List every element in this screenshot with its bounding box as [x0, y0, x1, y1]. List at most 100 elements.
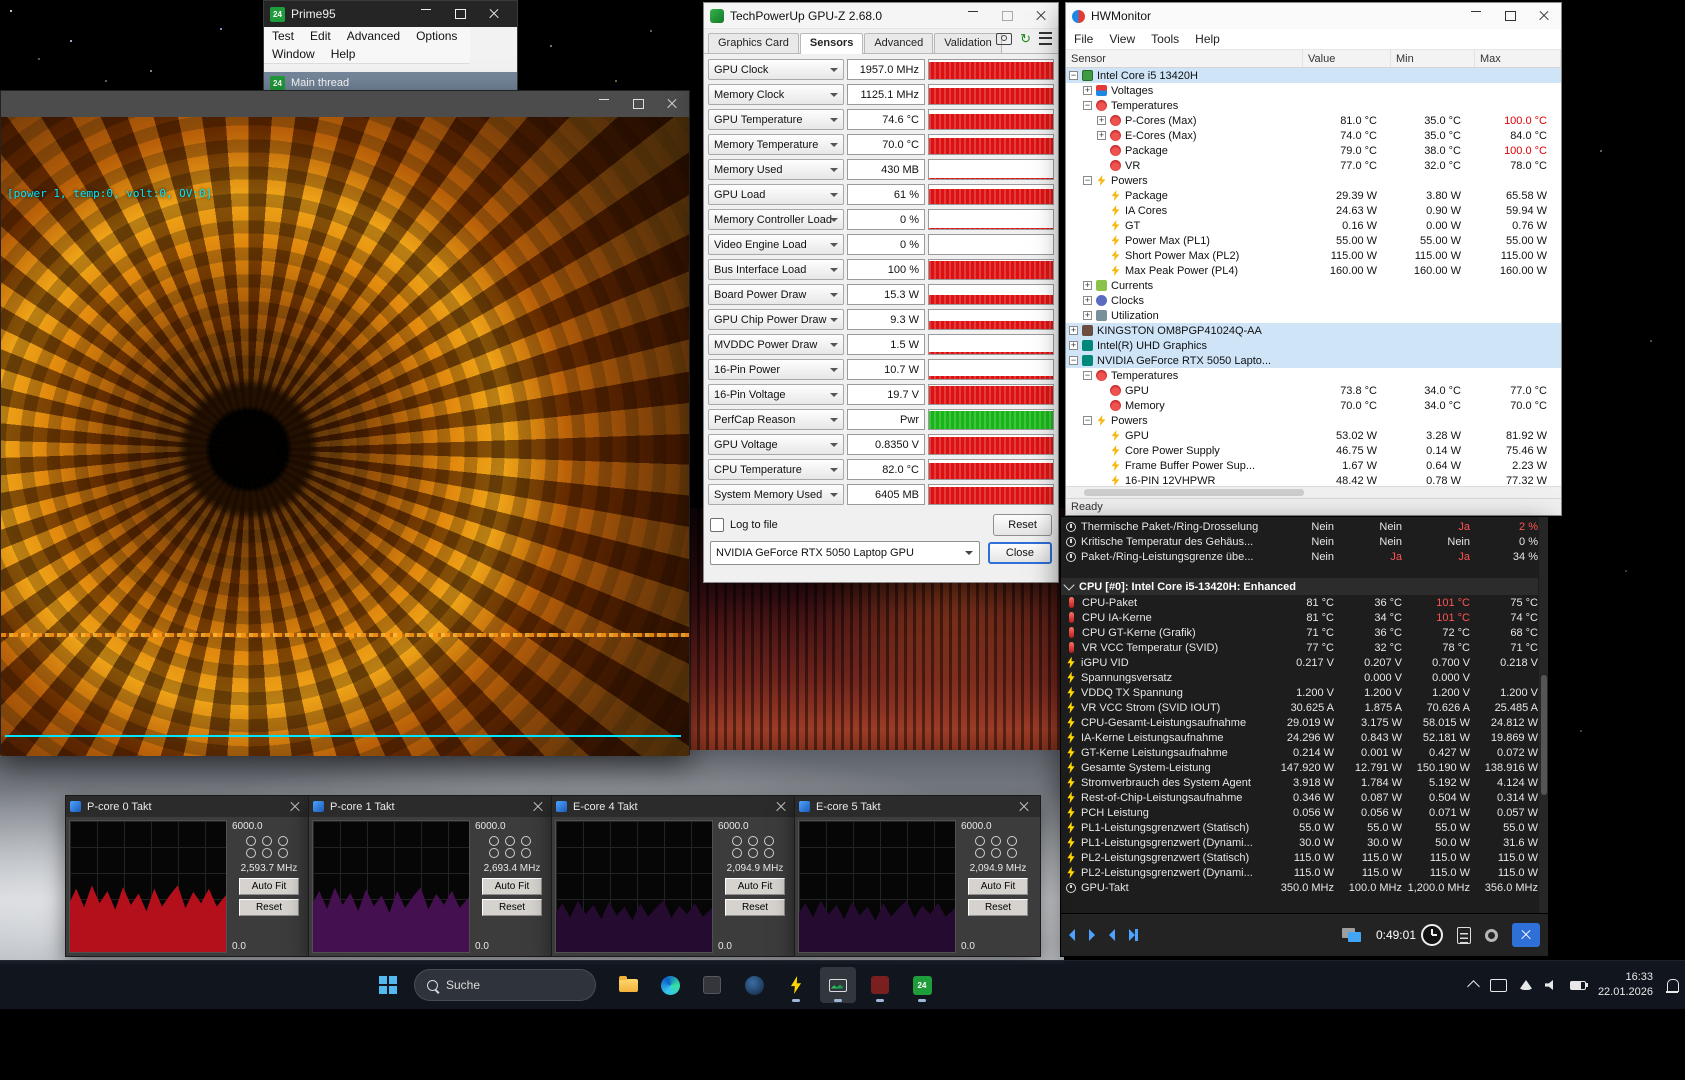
- table-row[interactable]: Gesamte System-Leistung 147.920 W 12.791…: [1061, 760, 1548, 775]
- sensor-dropdown[interactable]: Memory Clock: [708, 84, 844, 105]
- menu-item[interactable]: Edit: [310, 29, 331, 43]
- table-row[interactable]: + E-Cores (Max) 74.0 °C 35.0 °C 84.0 °C: [1066, 128, 1561, 143]
- sensor-dropdown[interactable]: 16-Pin Power: [708, 359, 844, 380]
- expand-toggle[interactable]: +: [1069, 341, 1078, 350]
- maximize-button[interactable]: [1493, 11, 1527, 21]
- reset-button[interactable]: Reset: [482, 899, 542, 916]
- table-row[interactable]: − NVIDIA GeForce RTX 5050 Lapto...: [1066, 353, 1561, 368]
- sensor-dropdown[interactable]: GPU Clock: [708, 59, 844, 80]
- auto-fit-button[interactable]: Auto Fit: [482, 878, 542, 895]
- close-button[interactable]: [283, 796, 307, 817]
- menu-item[interactable]: File: [1074, 32, 1093, 46]
- reset-button[interactable]: Reset: [968, 899, 1028, 916]
- close-button[interactable]: [526, 796, 550, 817]
- table-row[interactable]: + Intel(R) UHD Graphics: [1066, 338, 1561, 353]
- battery-icon[interactable]: [1570, 981, 1586, 990]
- sensor-dropdown[interactable]: CPU Temperature: [708, 459, 844, 480]
- table-row[interactable]: 16-PIN 12VHPWR 48.42 W 0.78 W 77.32 W: [1066, 473, 1561, 486]
- table-row[interactable]: PL2-Leistungsgrenzwert (Dynami... 115.0 …: [1061, 865, 1548, 880]
- table-row[interactable]: + Voltages: [1066, 83, 1561, 98]
- column-header[interactable]: Min: [1391, 50, 1475, 67]
- close-button[interactable]: [477, 9, 511, 19]
- maximize-button[interactable]: [621, 99, 655, 109]
- gpuz-titlebar[interactable]: TechPowerUp GPU-Z 2.68.0: [704, 3, 1058, 29]
- series-selector[interactable]: [489, 836, 535, 858]
- layout-arrows-skip-icon[interactable]: [1109, 927, 1135, 943]
- table-row[interactable]: + KINGSTON OM8PGP41024Q-AA: [1066, 323, 1561, 338]
- menu-item[interactable]: Advanced: [347, 29, 400, 43]
- menu-icon[interactable]: [1039, 32, 1052, 45]
- close-button[interactable]: [1012, 796, 1036, 817]
- table-row[interactable]: Stromverbrauch des System Agent 3.918 W …: [1061, 775, 1548, 790]
- column-header[interactable]: Value: [1303, 50, 1391, 67]
- gear-icon[interactable]: [1485, 929, 1498, 942]
- taskbar-app-file-explorer[interactable]: [610, 967, 646, 1003]
- table-row[interactable]: Kritische Temperatur des Gehäus... Nein …: [1061, 534, 1548, 549]
- menu-item[interactable]: Help: [1195, 32, 1220, 46]
- table-row[interactable]: VR 77.0 °C 32.0 °C 78.0 °C: [1066, 158, 1561, 173]
- table-row[interactable]: PL1-Leistungsgrenzwert (Statisch) 55.0 W…: [1061, 820, 1548, 835]
- table-row[interactable]: Power Max (PL1) 55.00 W 55.00 W 55.00 W: [1066, 233, 1561, 248]
- log-to-file-checkbox[interactable]: [710, 518, 724, 532]
- table-row[interactable]: GPU 73.8 °C 34.0 °C 77.0 °C: [1066, 383, 1561, 398]
- taskbar-app-steam[interactable]: [736, 967, 772, 1003]
- expand-toggle[interactable]: −: [1083, 176, 1092, 185]
- close-button[interactable]: [769, 796, 793, 817]
- tab[interactable]: Sensors: [800, 33, 863, 54]
- table-row[interactable]: − Temperatures: [1066, 98, 1561, 113]
- menu-item[interactable]: Options: [416, 29, 457, 43]
- report-icon[interactable]: [1457, 927, 1471, 944]
- table-row[interactable]: − Intel Core i5 13420H: [1066, 68, 1561, 83]
- table-row[interactable]: PL1-Leistungsgrenzwert (Dynami... 30.0 W…: [1061, 835, 1548, 850]
- table-row[interactable]: Paket-/Ring-Leistungsgrenze übe... Nein …: [1061, 549, 1548, 564]
- vertical-scrollbar[interactable]: [1539, 517, 1548, 913]
- table-row[interactable]: + Currents: [1066, 278, 1561, 293]
- expand-toggle[interactable]: +: [1069, 326, 1078, 335]
- expand-toggle[interactable]: −: [1083, 416, 1092, 425]
- sensor-dropdown[interactable]: Memory Controller Load: [708, 209, 844, 230]
- table-row[interactable]: VR VCC Strom (SVID IOUT) 30.625 A 1.875 …: [1061, 700, 1548, 715]
- expand-toggle[interactable]: −: [1069, 71, 1078, 80]
- taskbar-app-edge[interactable]: [652, 967, 688, 1003]
- table-row[interactable]: iGPU VID 0.217 V 0.207 V 0.700 V 0.218 V: [1061, 655, 1548, 670]
- table-row[interactable]: Thermische Paket-/Ring-Drosselung Nein N…: [1061, 519, 1548, 534]
- table-row[interactable]: − Powers: [1066, 413, 1561, 428]
- table-row[interactable]: + Clocks: [1066, 293, 1561, 308]
- reset-button[interactable]: Reset: [725, 899, 785, 916]
- sensor-dropdown[interactable]: Video Engine Load: [708, 234, 844, 255]
- clock-icon[interactable]: [1421, 924, 1443, 946]
- minimize-button[interactable]: [409, 9, 443, 10]
- menu-item[interactable]: Tools: [1151, 32, 1179, 46]
- table-row[interactable]: CPU-Paket 81 °C 36 °C 101 °C 75 °C: [1061, 595, 1548, 610]
- stress-window-titlebar[interactable]: [1, 91, 689, 117]
- minimize-button[interactable]: [587, 99, 621, 100]
- sensor-dropdown[interactable]: Bus Interface Load: [708, 259, 844, 280]
- sensor-dropdown[interactable]: GPU Load: [708, 184, 844, 205]
- display-icon[interactable]: [1490, 979, 1507, 992]
- sensor-dropdown[interactable]: Memory Used: [708, 159, 844, 180]
- sensor-dropdown[interactable]: PerfCap Reason: [708, 409, 844, 430]
- expand-toggle[interactable]: −: [1083, 101, 1092, 110]
- auto-fit-button[interactable]: Auto Fit: [239, 878, 299, 895]
- hidden-icons-chevron-icon[interactable]: [1467, 980, 1480, 993]
- tab[interactable]: Graphics Card: [708, 33, 799, 53]
- table-row[interactable]: GPU 53.02 W 3.28 W 81.92 W: [1066, 428, 1561, 443]
- series-selector[interactable]: [732, 836, 778, 858]
- taskbar-app-prime95[interactable]: 24: [904, 967, 940, 1003]
- expand-toggle[interactable]: +: [1097, 116, 1106, 125]
- expand-toggle[interactable]: +: [1083, 311, 1092, 320]
- start-button[interactable]: [370, 967, 406, 1003]
- expand-toggle[interactable]: +: [1097, 131, 1106, 140]
- auto-fit-button[interactable]: Auto Fit: [725, 878, 785, 895]
- reset-button[interactable]: Reset: [993, 514, 1052, 536]
- taskbar-app-dark[interactable]: [694, 967, 730, 1003]
- table-row[interactable]: PL2-Leistungsgrenzwert (Statisch) 115.0 …: [1061, 850, 1548, 865]
- sensor-group-header[interactable]: CPU [#0]: Intel Core i5-13420H: Enhanced: [1061, 578, 1538, 595]
- sensor-dropdown[interactable]: Board Power Draw: [708, 284, 844, 305]
- taskbar-clock[interactable]: 16:33 22.01.2026: [1598, 970, 1653, 1000]
- series-selector[interactable]: [246, 836, 292, 858]
- table-row[interactable]: IA Cores 24.63 W 0.90 W 59.94 W: [1066, 203, 1561, 218]
- menu-item[interactable]: Test: [272, 29, 294, 43]
- graph-window-titlebar[interactable]: E-core 4 Takt: [552, 796, 797, 817]
- horizontal-scrollbar[interactable]: [1066, 486, 1561, 498]
